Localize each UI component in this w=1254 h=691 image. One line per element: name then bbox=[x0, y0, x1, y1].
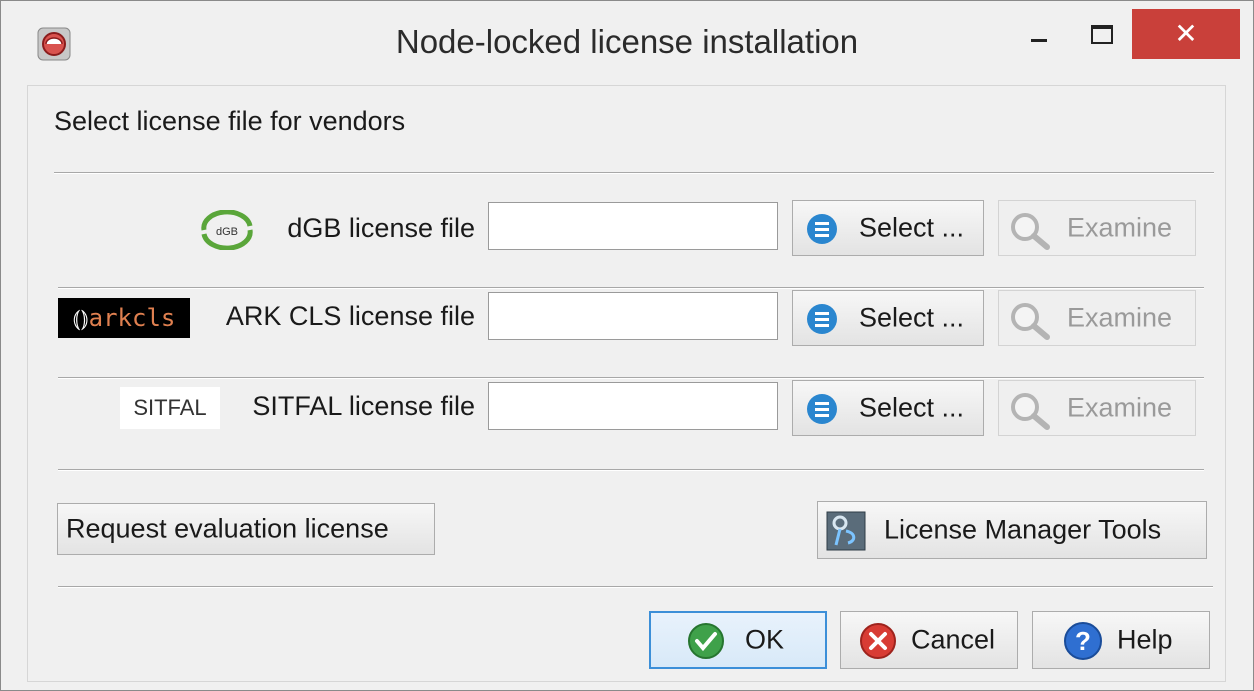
heading-label: Select license file for vendors bbox=[54, 106, 406, 136]
arkcls-license-path-input[interactable] bbox=[488, 292, 778, 340]
row-separator bbox=[58, 287, 1204, 289]
svg-text:?: ? bbox=[1075, 626, 1091, 656]
cancel-icon bbox=[860, 623, 896, 659]
magnifier-icon bbox=[1011, 213, 1050, 250]
sitfal-select-button[interactable]: Select ... bbox=[792, 380, 984, 436]
separator bbox=[58, 469, 1204, 471]
maximize-button[interactable] bbox=[1073, 9, 1131, 59]
check-icon bbox=[688, 623, 724, 659]
help-icon: ? bbox=[1064, 622, 1102, 660]
arkcls-license-label: ARK CLS license file bbox=[225, 301, 475, 331]
title-bar[interactable]: Node-locked license installation ✕ bbox=[1, 1, 1253, 85]
dialog-content: Select license file for vendors dGB dGB … bbox=[27, 85, 1226, 682]
request-evaluation-license-button[interactable]: Request evaluation license bbox=[57, 503, 435, 555]
magnifier-icon bbox=[1011, 393, 1050, 430]
dgb-license-label: dGB license file bbox=[287, 213, 475, 243]
separator bbox=[54, 172, 1214, 174]
separator bbox=[58, 586, 1213, 588]
magnifier-icon bbox=[1011, 303, 1050, 340]
row-separator bbox=[58, 377, 1204, 379]
arkcls-select-button[interactable]: Select ... bbox=[792, 290, 984, 346]
dialog-window: Node-locked license installation ✕ Selec… bbox=[0, 0, 1254, 691]
arkcls-logo: ⦅⦆arkcls bbox=[58, 298, 190, 338]
cancel-button[interactable]: Cancel bbox=[840, 611, 1018, 669]
list-icon bbox=[807, 394, 837, 424]
help-button[interactable]: ? Help bbox=[1032, 611, 1210, 669]
list-icon bbox=[807, 304, 837, 334]
tools-icon bbox=[826, 511, 866, 551]
ok-button[interactable]: OK bbox=[649, 611, 827, 669]
minimize-button[interactable] bbox=[1011, 9, 1069, 59]
sitfal-examine-button[interactable]: Examine bbox=[998, 380, 1196, 436]
list-icon bbox=[807, 214, 837, 244]
dgb-select-button[interactable]: Select ... bbox=[792, 200, 984, 256]
arkcls-examine-button[interactable]: Examine bbox=[998, 290, 1196, 346]
sitfal-license-path-input[interactable] bbox=[488, 382, 778, 430]
close-button[interactable]: ✕ bbox=[1132, 9, 1240, 59]
dgb-logo: dGB bbox=[201, 210, 253, 250]
dgb-examine-button[interactable]: Examine bbox=[998, 200, 1196, 256]
sitfal-license-label: SITFAL license file bbox=[252, 391, 475, 421]
sitfal-logo: SITFAL bbox=[120, 387, 220, 429]
dgb-license-path-input[interactable] bbox=[488, 202, 778, 250]
license-manager-tools-button[interactable]: License Manager Tools bbox=[817, 501, 1207, 559]
svg-text:dGB: dGB bbox=[216, 226, 238, 238]
